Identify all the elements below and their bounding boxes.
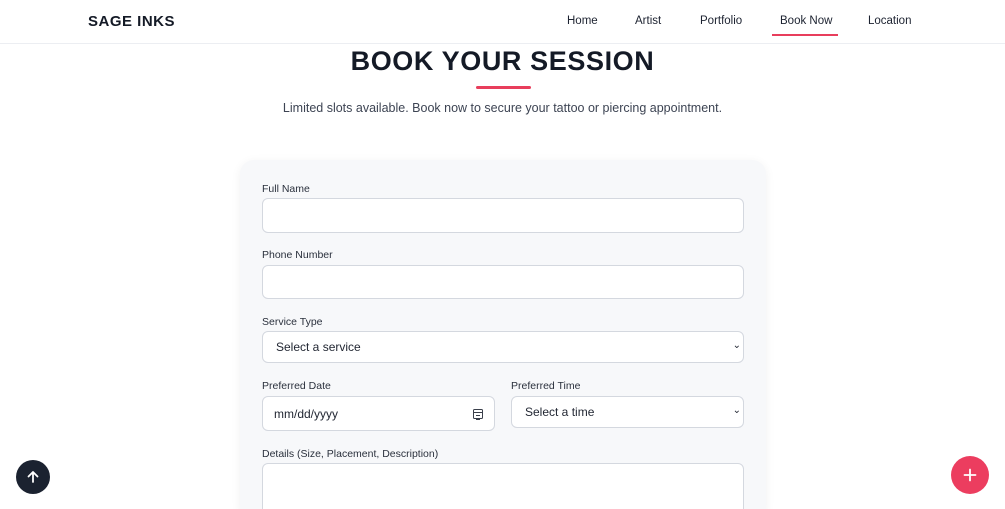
phone-label: Phone Number	[262, 249, 333, 261]
service-type-selected: Select a service	[276, 340, 361, 354]
preferred-date-label: Preferred Date	[262, 380, 331, 392]
phone-input[interactable]	[262, 265, 744, 299]
nav-item-portfolio[interactable]: Portfolio	[700, 15, 742, 27]
navbar: SAGE INKS Home Artist Portfolio Book Now…	[0, 0, 1005, 44]
scroll-to-top-button[interactable]	[16, 460, 50, 494]
details-label: Details (Size, Placement, Description)	[262, 448, 439, 460]
service-type-label: Service Type	[262, 316, 323, 328]
floating-action-button[interactable]	[951, 456, 989, 494]
nav-item-book-now[interactable]: Book Now	[780, 15, 832, 27]
active-nav-indicator	[772, 34, 838, 36]
preferred-time-selected: Select a time	[525, 405, 595, 419]
preferred-date-input[interactable]: mm/dd/yyyy	[262, 396, 495, 431]
full-name-input[interactable]	[262, 198, 744, 233]
date-placeholder: mm/dd/yyyy	[274, 407, 339, 421]
page-subtitle: Limited slots available. Book now to sec…	[282, 101, 723, 115]
preferred-time-select[interactable]: Select a time ⌄	[511, 396, 744, 428]
service-type-select[interactable]: Select a service ⌄	[262, 331, 744, 363]
preferred-time-label: Preferred Time	[511, 380, 581, 392]
page-title: BOOK YOUR SESSION	[350, 46, 655, 76]
arrow-up-icon	[27, 471, 39, 483]
calendar-icon[interactable]	[473, 409, 483, 420]
brand-logo[interactable]: SAGE INKS	[88, 13, 175, 30]
details-textarea[interactable]	[262, 463, 744, 509]
chevron-down-icon: ⌄	[732, 405, 741, 416]
full-name-label: Full Name	[262, 183, 310, 195]
chevron-down-icon: ⌄	[732, 340, 741, 351]
nav-item-home[interactable]: Home	[567, 15, 598, 27]
nav-item-artist[interactable]: Artist	[635, 15, 661, 27]
title-underline	[476, 86, 531, 89]
nav-item-location[interactable]: Location	[868, 15, 911, 27]
plus-icon	[963, 468, 977, 482]
booking-form: Full Name Phone Number Service Type Sele…	[240, 160, 766, 509]
